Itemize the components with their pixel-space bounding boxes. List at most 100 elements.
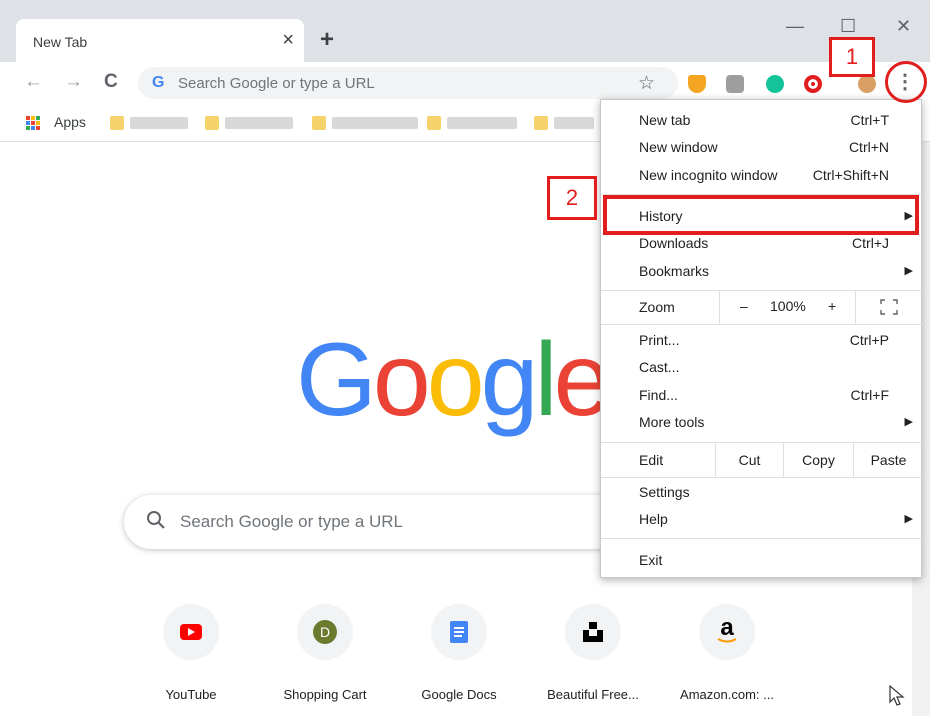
menu-label: More tools xyxy=(639,414,705,430)
toolbar: ← → C G Search Google or type a URL ☆ ⋮ xyxy=(0,62,930,104)
copy-button[interactable]: Copy xyxy=(783,443,853,477)
menu-label: Find... xyxy=(639,387,678,403)
logo-letter: G xyxy=(296,322,377,438)
menu-item-new-incognito-window[interactable]: New incognito window Ctrl+Shift+N xyxy=(601,163,923,189)
shortcut-google-docs[interactable]: Google Docs xyxy=(399,604,519,704)
brave-extension-icon[interactable] xyxy=(688,75,706,93)
letter-d-badge: D xyxy=(313,620,337,644)
history-highlight-box xyxy=(603,195,919,235)
menu-label: New tab xyxy=(639,112,691,128)
search-box[interactable]: Search Google or type a URL xyxy=(124,495,624,549)
menu-item-new-window[interactable]: New window Ctrl+N xyxy=(601,135,923,161)
google-logo: Google xyxy=(296,328,611,432)
edit-label: Edit xyxy=(639,452,664,468)
cut-button[interactable]: Cut xyxy=(715,443,783,477)
menu-item-more-tools[interactable]: More tools ▶ xyxy=(601,410,923,436)
logo-letter: g xyxy=(480,322,539,438)
tab-strip: New Tab × + — ☐ ✕ xyxy=(0,0,930,62)
new-tab-button[interactable]: + xyxy=(320,28,334,52)
omnibox[interactable]: G Search Google or type a URL ☆ xyxy=(138,67,678,99)
menu-item-settings[interactable]: Settings xyxy=(601,480,923,506)
menu-label: Settings xyxy=(639,484,690,500)
annotation-step-2: 2 xyxy=(547,176,597,220)
menu-shortcut: Ctrl+J xyxy=(852,235,889,251)
logo-letter: o xyxy=(372,322,431,438)
logo-letter: l xyxy=(534,322,557,438)
minimize-icon[interactable]: — xyxy=(786,16,804,37)
submenu-arrow-icon: ▶ xyxy=(904,265,913,277)
shortcut-youtube[interactable]: YouTube xyxy=(131,604,251,704)
menu-item-help[interactable]: Help ▶ xyxy=(601,507,923,533)
forward-arrow-icon[interactable]: → xyxy=(64,72,83,92)
menu-shortcut: Ctrl+F xyxy=(850,387,890,403)
menu-item-find[interactable]: Find... Ctrl+F xyxy=(601,383,923,409)
search-placeholder[interactable]: Search Google or type a URL xyxy=(180,512,403,532)
shortcut-amazon[interactable]: a Amazon.com: ... xyxy=(667,604,787,704)
opera-extension-icon[interactable] xyxy=(804,75,822,93)
fullscreen-button[interactable] xyxy=(855,290,923,324)
shortcut-label: Shopping Cart xyxy=(283,687,367,702)
menu-label: Cast... xyxy=(639,359,680,375)
menu-item-cast[interactable]: Cast... xyxy=(601,355,923,381)
extension-k-icon[interactable] xyxy=(726,75,744,93)
menu-edit-row: Edit Cut Copy Paste xyxy=(601,443,923,477)
back-arrow-icon[interactable]: ← xyxy=(24,72,43,92)
shortcut-label: Beautiful Free... xyxy=(547,687,639,702)
grammarly-extension-icon[interactable] xyxy=(766,75,784,93)
menu-zoom-row: Zoom – 100% + xyxy=(601,290,923,324)
annotation-step-1: 1 xyxy=(829,37,875,77)
paste-button[interactable]: Paste xyxy=(853,443,923,477)
tab-title: New Tab xyxy=(33,34,88,50)
search-icon xyxy=(147,511,165,529)
tab-close-icon[interactable]: × xyxy=(282,28,294,52)
menu-item-exit[interactable]: Exit xyxy=(601,548,923,574)
menu-item-bookmarks[interactable]: Bookmarks ▶ xyxy=(601,259,923,285)
menu-label: Help xyxy=(639,511,668,527)
apps-label[interactable]: Apps xyxy=(54,114,86,130)
zoom-in-button[interactable]: + xyxy=(828,298,836,314)
omnibox-placeholder[interactable]: Search Google or type a URL xyxy=(178,75,375,92)
menu-shortcut: Ctrl+P xyxy=(849,332,889,348)
letter-d-icon: D xyxy=(297,604,353,660)
zoom-level: 100% xyxy=(770,298,806,314)
menu-label: Exit xyxy=(639,552,663,568)
google-g-icon: G xyxy=(152,74,165,91)
menu-divider xyxy=(601,538,923,539)
menu-shortcut: Ctrl+N xyxy=(848,139,889,155)
logo-letter: o xyxy=(426,322,485,438)
zoom-controls: – 100% + xyxy=(719,290,855,324)
fullscreen-icon xyxy=(880,299,898,315)
menu-shortcut: Ctrl+T xyxy=(850,112,890,128)
submenu-arrow-icon: ▶ xyxy=(904,416,913,428)
menu-label: New incognito window xyxy=(639,167,778,183)
menu-label: Downloads xyxy=(639,235,709,251)
docs-icon xyxy=(431,604,487,660)
tab-new-tab[interactable]: New Tab × xyxy=(16,19,304,62)
youtube-icon xyxy=(163,604,219,660)
apps-grid-icon[interactable] xyxy=(26,116,40,130)
shortcut-label: Amazon.com: ... xyxy=(680,687,774,702)
reload-icon[interactable]: C xyxy=(104,72,118,92)
shortcut-shopping-cart[interactable]: D Shopping Cart xyxy=(265,604,385,704)
zoom-out-button[interactable]: – xyxy=(740,298,748,314)
shortcut-label: YouTube xyxy=(165,687,217,702)
unsplash-icon xyxy=(565,604,621,660)
maximize-icon[interactable]: ☐ xyxy=(840,16,856,37)
bookmark-star-icon[interactable]: ☆ xyxy=(638,72,655,95)
shortcut-beautiful-free[interactable]: Beautiful Free... xyxy=(533,604,653,704)
shortcut-label: Google Docs xyxy=(421,687,497,702)
close-window-icon[interactable]: ✕ xyxy=(896,16,911,37)
menu-divider xyxy=(601,324,923,325)
avatar[interactable] xyxy=(858,75,876,93)
menu-divider xyxy=(601,477,923,478)
menu-item-print[interactable]: Print... Ctrl+P xyxy=(601,328,923,354)
zoom-label: Zoom xyxy=(639,299,675,315)
chrome-main-menu: New tab Ctrl+T New window Ctrl+N New inc… xyxy=(600,99,923,578)
mouse-cursor-icon xyxy=(889,684,905,706)
menu-item-new-tab[interactable]: New tab Ctrl+T xyxy=(601,108,923,134)
menu-label: New window xyxy=(639,139,718,155)
menu-label: Print... xyxy=(639,332,680,348)
menu-label: Bookmarks xyxy=(639,263,710,279)
submenu-arrow-icon: ▶ xyxy=(904,513,913,525)
annotation-circle xyxy=(885,61,927,103)
